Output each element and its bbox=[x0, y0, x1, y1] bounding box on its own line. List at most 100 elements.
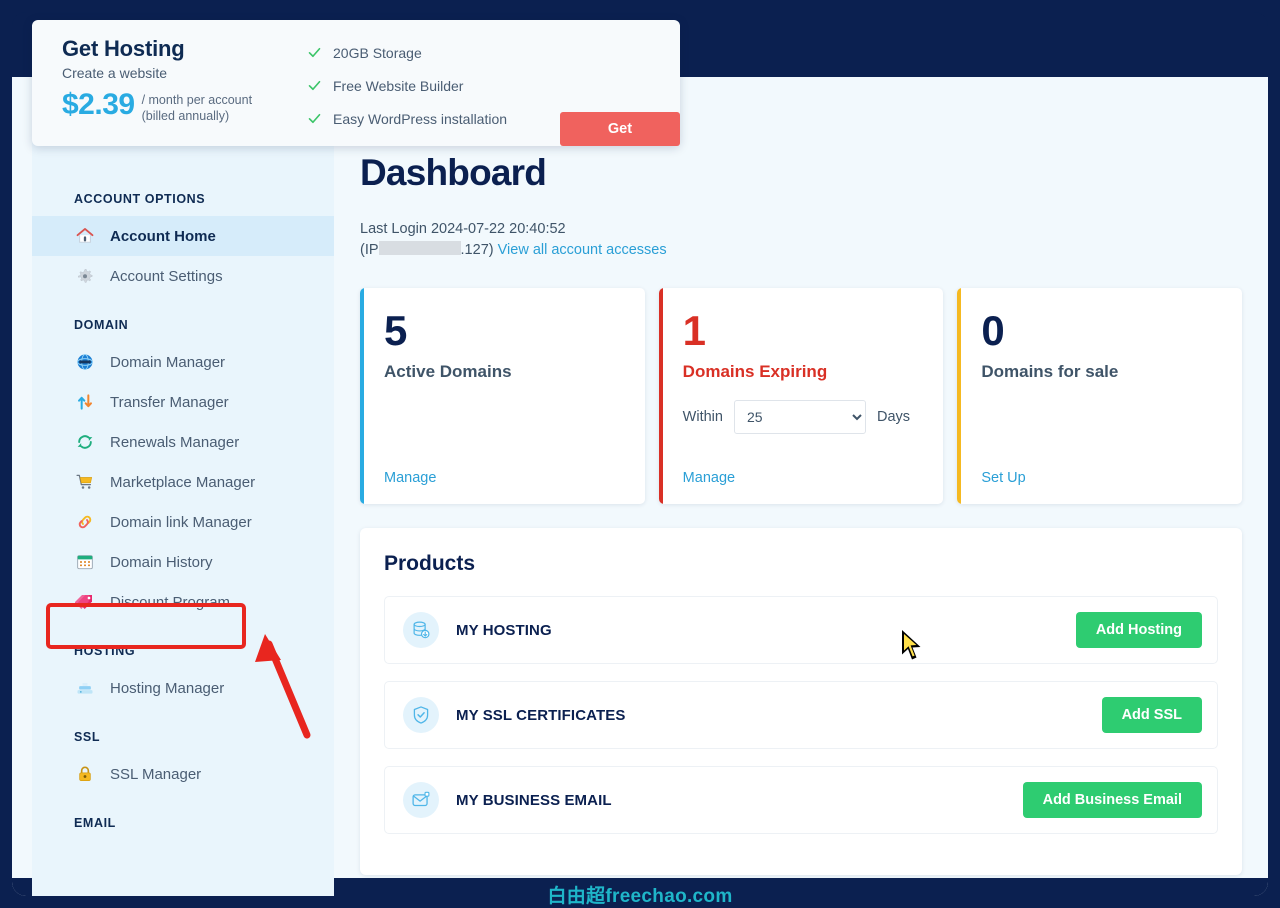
last-login-row: Last Login 2024-07-22 20:40:52 bbox=[360, 219, 1242, 240]
manage-active-domains-link[interactable]: Manage bbox=[384, 470, 436, 486]
last-login-time: 2024-07-22 20:40:52 bbox=[430, 221, 566, 237]
add-business-email-button[interactable]: Add Business Email bbox=[1022, 782, 1202, 819]
stat-value: 0 bbox=[981, 307, 1004, 355]
manage-expiring-domains-link[interactable]: Manage bbox=[683, 470, 735, 486]
ip-suffix: .127) bbox=[460, 241, 494, 258]
view-all-account-accesses-link[interactable]: View all account accesses bbox=[498, 242, 667, 258]
promo-feature-label: 20GB Storage bbox=[333, 44, 422, 61]
home-icon bbox=[74, 225, 96, 247]
promo-get-button[interactable]: Get bbox=[560, 112, 680, 146]
product-name: MY SSL CERTIFICATES bbox=[456, 706, 626, 724]
page-title: Dashboard bbox=[360, 152, 547, 193]
refresh-icon bbox=[74, 431, 96, 453]
price-tag-icon bbox=[74, 591, 96, 613]
sidebar-group-account-options: ACCOUNT OPTIONS bbox=[74, 192, 206, 206]
stat-value: 5 bbox=[384, 307, 407, 355]
promo-price-row: $2.39 / month per account (billed annual… bbox=[62, 90, 304, 124]
ip-redaction-mask bbox=[378, 240, 461, 255]
product-row-business-email: MY BUSINESS EMAIL Add Business Email bbox=[384, 766, 1218, 835]
last-login-info: Last Login 2024-07-22 20:40:52 (IP .127) … bbox=[360, 219, 1242, 260]
promo-feature-item: Free Website Builder bbox=[304, 69, 680, 102]
check-icon bbox=[304, 78, 324, 93]
sidebar-item-domain-manager[interactable]: Domain Manager bbox=[32, 342, 334, 382]
promo-price-note: / month per account (billed annually) bbox=[142, 90, 252, 124]
envelope-icon bbox=[403, 782, 439, 819]
add-ssl-button[interactable]: Add SSL bbox=[1101, 697, 1202, 734]
stat-card-active-domains: 5 Active Domains Manage bbox=[360, 288, 645, 505]
sidebar-item-account-settings[interactable]: Account Settings bbox=[32, 256, 334, 296]
database-icon bbox=[403, 612, 439, 649]
product-name: MY HOSTING bbox=[456, 621, 552, 639]
sidebar-item-label: SSL Manager bbox=[110, 765, 202, 783]
products-title: Products bbox=[384, 552, 476, 576]
check-icon bbox=[304, 111, 324, 126]
ip-row: (IP .127) View all account accesses bbox=[360, 240, 1242, 261]
shield-check-icon bbox=[403, 697, 439, 734]
sidebar-item-label: Discount Program bbox=[110, 593, 231, 611]
promo-feature-label: Free Website Builder bbox=[333, 77, 464, 94]
promo-price: $2.39 bbox=[62, 88, 135, 121]
calendar-icon bbox=[74, 551, 96, 573]
sidebar-item-label: Transfer Manager bbox=[110, 393, 229, 411]
promo-price-note-line2: (billed annually) bbox=[141, 108, 230, 123]
add-hosting-button[interactable]: Add Hosting bbox=[1075, 612, 1202, 649]
globe-icon bbox=[74, 351, 96, 373]
promo-feature-label: Easy WordPress installation bbox=[333, 110, 508, 127]
sidebar-item-label: Marketplace Manager bbox=[110, 473, 256, 491]
within-label: Within bbox=[682, 409, 723, 426]
lock-icon bbox=[74, 763, 96, 785]
sidebar-group-ssl: SSL bbox=[74, 730, 101, 744]
promo-price-note-line1: / month per account bbox=[141, 93, 253, 107]
app-root: ACCOUNT OPTIONS Account Home Account Set… bbox=[0, 0, 1280, 908]
sidebar-item-account-home[interactable]: Account Home bbox=[32, 216, 334, 256]
expiry-days-select[interactable]: 25 bbox=[733, 400, 866, 435]
sidebar-item-domain-link-manager[interactable]: Domain link Manager bbox=[32, 502, 334, 542]
product-row-ssl: MY SSL CERTIFICATES Add SSL bbox=[384, 681, 1218, 750]
sidebar-item-ssl-manager[interactable]: SSL Manager bbox=[32, 754, 334, 794]
stat-card-domains-expiring: 1 Domains Expiring Within 25 Days Manage bbox=[658, 288, 944, 505]
sidebar-item-transfer-manager[interactable]: Transfer Manager bbox=[32, 382, 334, 422]
expiry-window-row: Within 25 Days bbox=[682, 400, 920, 435]
sidebar-item-label: Renewals Manager bbox=[110, 433, 240, 451]
sidebar-item-marketplace-manager[interactable]: Marketplace Manager bbox=[32, 462, 334, 502]
transfer-arrows-icon bbox=[74, 391, 96, 413]
sidebar-item-discount-program[interactable]: Discount Program bbox=[32, 582, 334, 622]
gear-icon bbox=[74, 265, 96, 287]
sidebar-item-label: Account Settings bbox=[110, 267, 223, 285]
product-name: MY BUSINESS EMAIL bbox=[456, 791, 612, 809]
days-label: Days bbox=[876, 409, 911, 426]
sidebar-item-label: Hosting Manager bbox=[110, 679, 225, 697]
stat-label: Active Domains bbox=[384, 362, 512, 382]
server-icon bbox=[74, 677, 96, 699]
products-panel: Products MY HOSTING Add Hosting MY SSL C… bbox=[360, 528, 1242, 876]
product-row-hosting: MY HOSTING Add Hosting bbox=[384, 596, 1218, 665]
sidebar-group-email: EMAIL bbox=[74, 816, 116, 830]
stat-label: Domains for sale bbox=[981, 362, 1119, 382]
promo-features: 20GB Storage Free Website Builder Easy W… bbox=[304, 20, 680, 146]
shopping-cart-icon bbox=[74, 471, 96, 493]
promo-title: Get Hosting bbox=[62, 36, 185, 61]
ip-prefix: (IP bbox=[360, 241, 379, 258]
promo-subtitle: Create a website bbox=[62, 65, 168, 81]
sidebar-item-label: Domain History bbox=[110, 553, 213, 571]
sidebar-group-domain: DOMAIN bbox=[74, 318, 129, 332]
sidebar: ACCOUNT OPTIONS Account Home Account Set… bbox=[32, 77, 334, 896]
sidebar-item-label: Domain link Manager bbox=[110, 513, 252, 531]
stat-cards: 5 Active Domains Manage 1 Domains Expiri… bbox=[360, 288, 1243, 505]
sidebar-item-hosting-manager[interactable]: Hosting Manager bbox=[32, 668, 334, 708]
sidebar-item-renewals-manager[interactable]: Renewals Manager bbox=[32, 422, 334, 462]
stat-value: 1 bbox=[682, 307, 706, 355]
sidebar-item-label: Domain Manager bbox=[110, 353, 226, 371]
link-chain-icon bbox=[74, 511, 96, 533]
check-icon bbox=[304, 45, 324, 60]
set-up-domains-for-sale-link[interactable]: Set Up bbox=[981, 470, 1025, 486]
sidebar-inner: ACCOUNT OPTIONS Account Home Account Set… bbox=[32, 77, 334, 830]
main-content: Dashboard Last Login 2024-07-22 20:40:52… bbox=[334, 77, 1268, 896]
sidebar-item-label: Account Home bbox=[110, 227, 216, 245]
promo-feature-item: 20GB Storage bbox=[304, 36, 680, 69]
sidebar-item-domain-history[interactable]: Domain History bbox=[32, 542, 334, 582]
promo-left: Get Hosting Create a website $2.39 / mon… bbox=[32, 20, 304, 146]
stat-label: Domains Expiring bbox=[682, 362, 828, 382]
stat-card-domains-for-sale: 0 Domains for sale Set Up bbox=[957, 288, 1243, 505]
sidebar-group-hosting: HOSTING bbox=[74, 644, 136, 658]
